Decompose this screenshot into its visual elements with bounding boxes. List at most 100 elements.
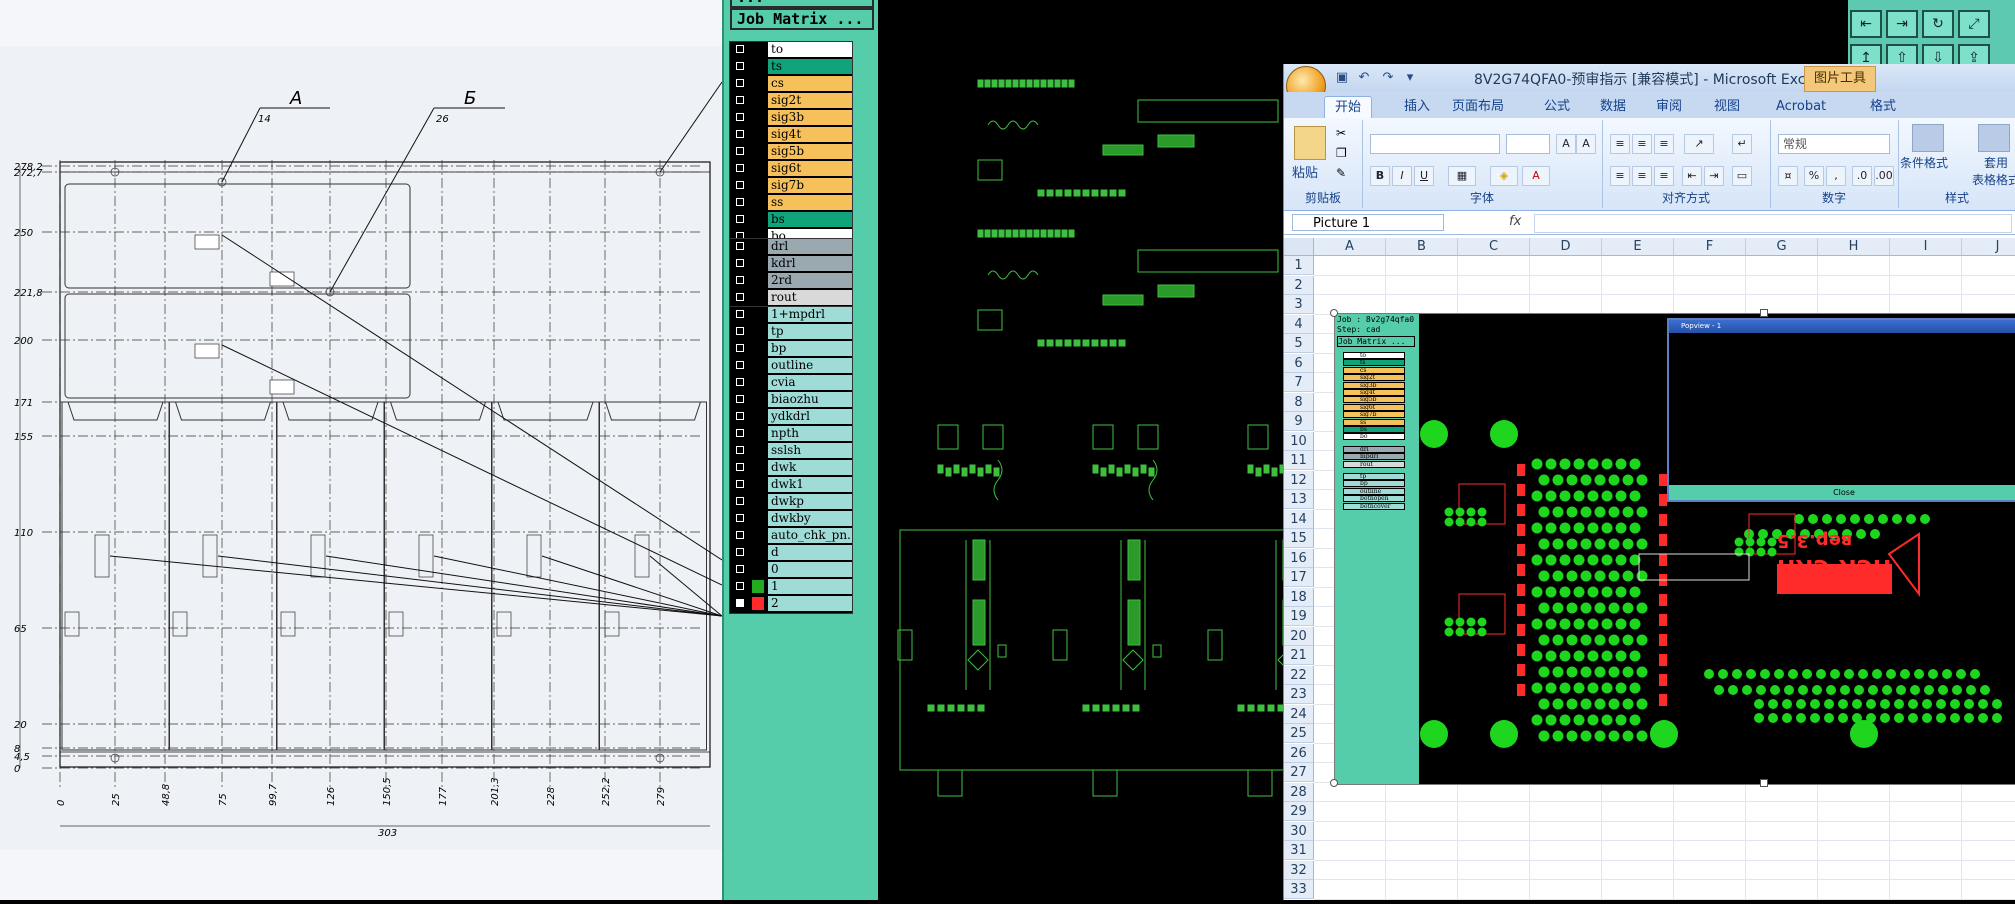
align-bottom-icon[interactable]: ≡ xyxy=(1654,134,1674,154)
column-header[interactable]: G xyxy=(1746,238,1818,256)
resize-handle-bl[interactable] xyxy=(1330,779,1338,787)
wrap-text-icon[interactable]: ↵ xyxy=(1732,134,1752,154)
layer-name[interactable]: drl xyxy=(768,239,852,254)
layer-row[interactable]: 2 xyxy=(730,596,852,613)
layer-color-swatch[interactable] xyxy=(752,196,764,209)
layer-name[interactable]: sig5b xyxy=(768,144,852,159)
row-header[interactable]: 19 xyxy=(1284,607,1314,626)
customize-qat-icon[interactable]: ▾ xyxy=(1402,70,1418,86)
paste-icon[interactable] xyxy=(1294,126,1326,160)
layer-row[interactable]: ydkdrl xyxy=(730,409,852,426)
layer-name[interactable]: 2rd xyxy=(768,273,852,288)
ribbon-tab[interactable]: 数据 xyxy=(1590,96,1636,118)
worksheet-grid[interactable]: ABCDEFGHIJ 1 2 3 4 5 6 7 8 9 10 11 12 13 14 15 16 17 18 19… xyxy=(1284,238,2015,900)
layer-name[interactable]: bp xyxy=(768,341,852,356)
row-header[interactable]: 2 xyxy=(1284,275,1314,295)
layer-name[interactable]: ydkdrl xyxy=(768,409,852,424)
layer-checkbox[interactable] xyxy=(736,198,744,206)
layer-row[interactable]: bp xyxy=(730,341,852,358)
layer-checkbox[interactable] xyxy=(736,164,744,172)
layer-row[interactable]: sslsh xyxy=(730,443,852,460)
layer-color-swatch[interactable] xyxy=(752,274,764,287)
decrease-decimal-icon[interactable]: .00 xyxy=(1874,166,1894,186)
row-header[interactable]: 4 xyxy=(1284,314,1314,334)
row-header[interactable]: 16 xyxy=(1284,548,1314,568)
layer-checkbox[interactable] xyxy=(736,310,744,318)
row-header[interactable]: 11 xyxy=(1284,451,1314,470)
layer-color-swatch[interactable] xyxy=(752,162,764,175)
layer-name[interactable]: to xyxy=(768,42,852,57)
layer-checkbox[interactable] xyxy=(736,582,744,590)
layer-checkbox[interactable] xyxy=(736,565,744,573)
layer-name[interactable]: npth xyxy=(768,426,852,441)
layer-row[interactable]: auto_chk_pn. xyxy=(730,528,852,545)
layer-checkbox[interactable] xyxy=(736,412,744,420)
row-header[interactable]: 7 xyxy=(1284,373,1314,392)
conditional-format-icon[interactable] xyxy=(1912,124,1944,152)
layer-color-swatch[interactable] xyxy=(752,427,764,440)
layer-row[interactable]: sig2t xyxy=(730,93,852,110)
row-header[interactable]: 14 xyxy=(1284,509,1314,529)
paste-label[interactable]: 粘贴 xyxy=(1292,162,1318,181)
layer-name[interactable]: 1+mpdrl xyxy=(768,307,852,322)
increase-indent-icon[interactable]: ⇥ xyxy=(1704,166,1724,186)
ribbon-tab[interactable]: 开始 xyxy=(1324,96,1373,119)
layer-checkbox[interactable] xyxy=(736,327,744,335)
row-header[interactable]: 13 xyxy=(1284,490,1314,509)
layer-name[interactable]: outline xyxy=(768,358,852,373)
layer-color-swatch[interactable] xyxy=(752,325,764,338)
layer-checkbox[interactable] xyxy=(736,361,744,369)
layer-color-swatch[interactable] xyxy=(752,43,764,56)
row-header[interactable]: 10 xyxy=(1284,431,1314,451)
row-header[interactable]: 1 xyxy=(1284,256,1314,275)
row-header[interactable]: 23 xyxy=(1284,685,1314,704)
layer-checkbox[interactable] xyxy=(736,378,744,386)
ribbon-tab[interactable]: 审阅 xyxy=(1646,96,1692,118)
row-header[interactable]: 5 xyxy=(1284,334,1314,353)
format-painter-icon[interactable]: ✎ xyxy=(1336,166,1346,180)
layer-row[interactable]: cvia xyxy=(730,375,852,392)
layer-color-swatch[interactable] xyxy=(752,529,764,542)
layer-name[interactable]: biaozhu xyxy=(768,392,852,407)
layer-name[interactable]: ts xyxy=(768,59,852,74)
ribbon-tab[interactable]: Acrobat xyxy=(1766,96,1836,118)
underline-icon[interactable]: U xyxy=(1414,166,1434,186)
layer-checkbox[interactable] xyxy=(736,293,744,301)
comma-icon[interactable]: , xyxy=(1826,166,1846,186)
job-matrix-prev-title[interactable]: ... xyxy=(730,0,874,8)
layer-row[interactable]: outline xyxy=(730,358,852,375)
font-size-box[interactable] xyxy=(1506,134,1550,154)
layer-row[interactable]: tp xyxy=(730,324,852,341)
row-header[interactable]: 21 xyxy=(1284,646,1314,665)
layer-color-swatch[interactable] xyxy=(752,580,764,593)
row-header[interactable]: 29 xyxy=(1284,802,1314,821)
font-color-icon[interactable]: A xyxy=(1522,166,1550,186)
layer-row[interactable]: ts xyxy=(730,59,852,76)
row-header[interactable]: 18 xyxy=(1284,587,1314,607)
conditional-format-label[interactable]: 条件格式 xyxy=(1900,154,1948,171)
copy-icon[interactable]: ❐ xyxy=(1336,146,1347,160)
layer-color-swatch[interactable] xyxy=(752,111,764,124)
align-top-icon[interactable]: ≡ xyxy=(1610,134,1630,154)
number-format-box[interactable]: 常规 xyxy=(1778,134,1890,154)
percent-icon[interactable]: % xyxy=(1804,166,1824,186)
column-header[interactable]: H xyxy=(1818,238,1890,256)
layer-row[interactable]: 1 xyxy=(730,579,852,596)
layer-color-swatch[interactable] xyxy=(752,376,764,389)
layer-name[interactable]: dwk xyxy=(768,460,852,475)
save-icon[interactable]: ▣ xyxy=(1334,70,1350,86)
layer-color-swatch[interactable] xyxy=(752,597,764,610)
layer-color-swatch[interactable] xyxy=(752,512,764,525)
layer-name[interactable]: bs xyxy=(768,212,852,227)
layer-row[interactable]: rout xyxy=(730,290,852,307)
accounting-icon[interactable]: ¤ xyxy=(1778,166,1798,186)
layer-row[interactable]: dwk1 xyxy=(730,477,852,494)
ribbon-tab[interactable]: 页面布局 xyxy=(1442,96,1514,118)
layer-color-swatch[interactable] xyxy=(752,444,764,457)
layer-row[interactable]: kdrl xyxy=(730,256,852,273)
pan-icon[interactable]: ↻ xyxy=(1922,10,1954,38)
layer-checkbox[interactable] xyxy=(736,113,744,121)
borders-icon[interactable]: ▦ xyxy=(1448,166,1476,186)
resize-handle-bottom[interactable] xyxy=(1760,779,1768,787)
layer-name[interactable]: 1 xyxy=(768,579,852,594)
